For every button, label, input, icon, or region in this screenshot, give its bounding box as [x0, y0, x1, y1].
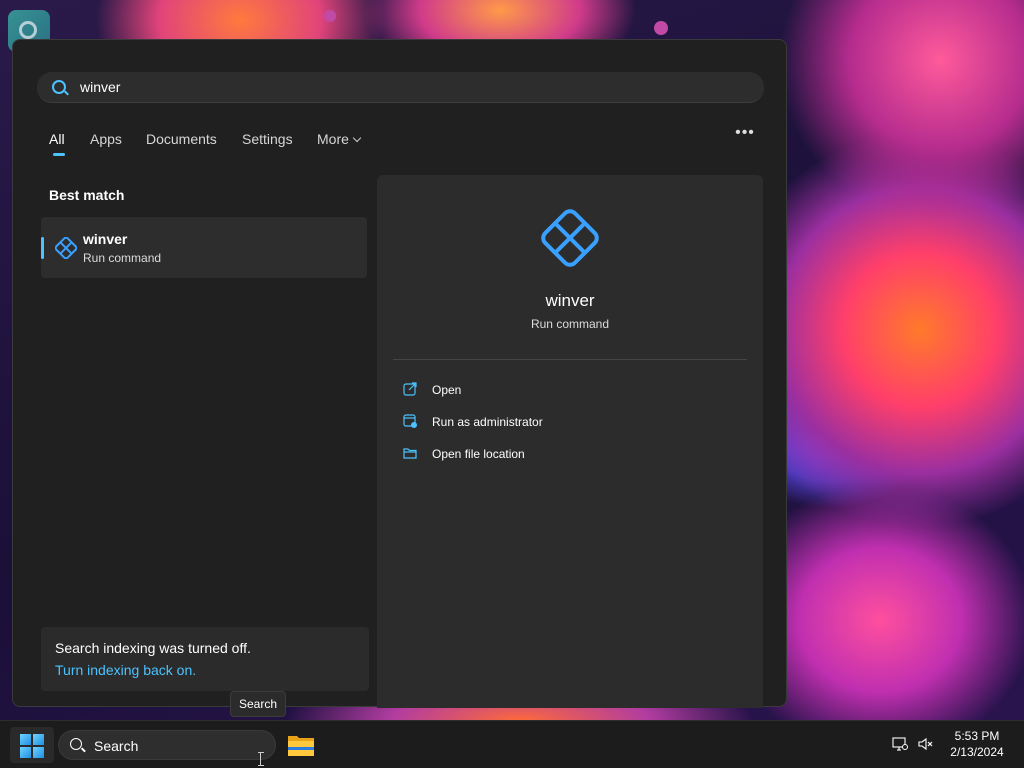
action-run-as-admin-label: Run as administrator [432, 415, 543, 429]
best-match-result[interactable]: winver Run command [41, 217, 367, 278]
search-tooltip: Search [230, 691, 286, 717]
open-external-icon [403, 382, 417, 396]
taskbar-search-label: Search [94, 738, 139, 754]
result-type: Run command [83, 251, 162, 265]
action-open[interactable]: Open [403, 381, 733, 401]
start-button[interactable] [10, 727, 54, 763]
action-open-file-location[interactable]: Open file location [403, 445, 733, 465]
tab-more[interactable]: More [317, 131, 362, 147]
action-open-file-location-label: Open file location [432, 447, 525, 461]
winver-app-icon [55, 237, 77, 259]
tab-active-indicator [53, 153, 65, 156]
action-open-label: Open [432, 383, 462, 397]
clock-date: 2/13/2024 [950, 745, 1004, 759]
taskbar: Search 5:53 PM 2/13/2024 [0, 720, 1024, 768]
detail-app-name: winver [545, 291, 595, 310]
chevron-down-icon [352, 133, 362, 143]
turn-indexing-on-link[interactable]: Turn indexing back on. [55, 662, 196, 678]
winver-large-icon [541, 209, 599, 267]
clock-time: 5:53 PM [954, 729, 1000, 743]
wallpaper-bubble [654, 21, 668, 35]
folder-icon [403, 448, 417, 459]
search-icon [52, 80, 66, 94]
tab-all[interactable]: All [49, 131, 65, 147]
indexing-notice: Search indexing was turned off. Turn ind… [41, 627, 369, 691]
taskbar-search-box[interactable]: Search [58, 730, 276, 760]
system-clock[interactable]: 5:53 PM 2/13/2024 [940, 728, 1014, 760]
start-search-panel: winver All Apps Documents Settings More … [12, 39, 787, 708]
tab-documents[interactable]: Documents [146, 131, 217, 147]
wallpaper-bubble [324, 10, 336, 22]
windows-logo-icon [20, 734, 44, 758]
shield-admin-icon [403, 414, 417, 428]
detail-app-type: Run command [530, 317, 610, 331]
selection-indicator [41, 237, 44, 259]
result-details-pane: winver Run command Open Run as administr… [377, 175, 763, 708]
result-name: winver [83, 231, 128, 247]
tab-settings[interactable]: Settings [242, 131, 293, 147]
volume-muted-icon[interactable] [918, 737, 934, 751]
tab-more-label: More [317, 131, 349, 147]
search-icon [70, 738, 82, 750]
search-input[interactable]: winver [37, 72, 764, 103]
divider [393, 359, 747, 360]
tab-apps[interactable]: Apps [90, 131, 122, 147]
network-icon[interactable] [892, 737, 908, 751]
text-cursor-icon [258, 752, 264, 766]
file-explorer-icon[interactable] [286, 732, 316, 758]
indexing-message: Search indexing was turned off. [55, 640, 251, 656]
more-options-icon[interactable]: ••• [733, 125, 757, 147]
best-match-heading: Best match [49, 187, 125, 203]
search-query-text: winver [80, 79, 121, 95]
action-run-as-admin[interactable]: Run as administrator [403, 413, 733, 433]
